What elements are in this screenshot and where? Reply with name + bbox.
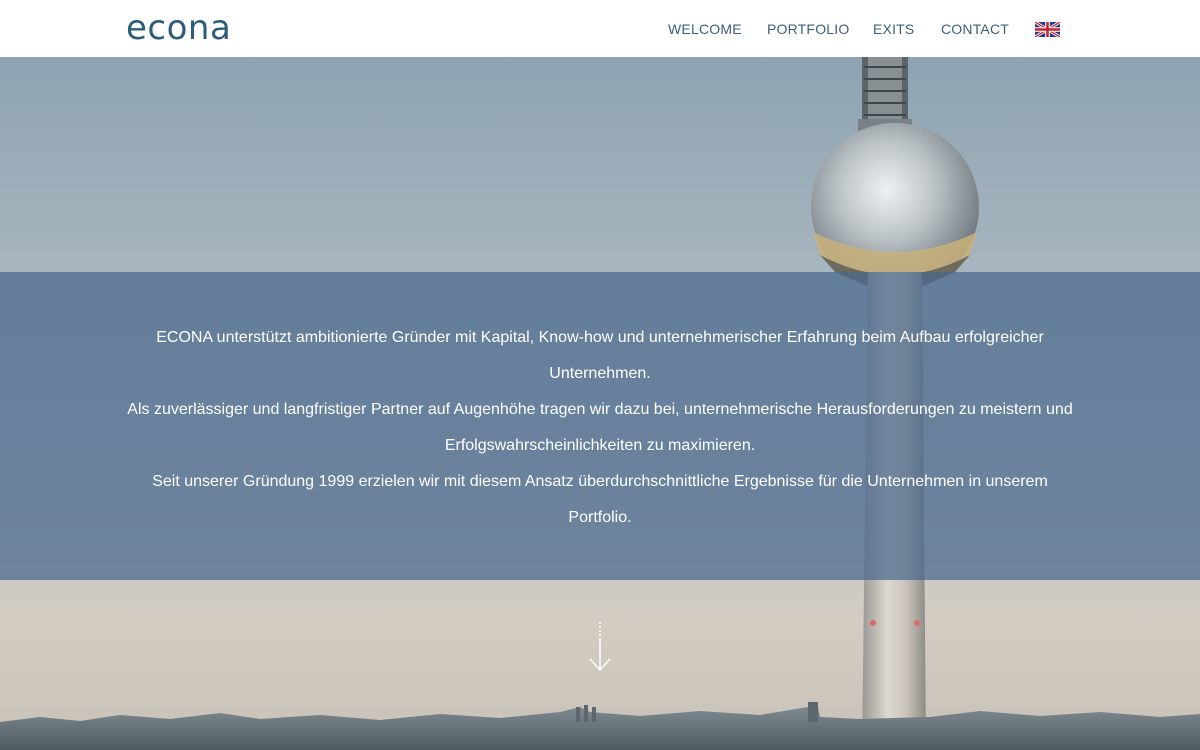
nav-exits[interactable]: EXITS xyxy=(873,20,914,38)
uk-flag-icon[interactable] xyxy=(1035,22,1060,37)
intro-overlay: ECONA unterstützt ambitionierte Gründer … xyxy=(0,272,1200,580)
intro-paragraph-2: Als zuverlässiger und langfristiger Part… xyxy=(127,401,1073,454)
page: econa WELCOME PORTFOLIO EXITS CONTACT EC… xyxy=(0,0,1200,750)
main-navigation: WELCOME PORTFOLIO EXITS CONTACT xyxy=(0,20,1200,40)
nav-portfolio[interactable]: PORTFOLIO xyxy=(767,20,849,38)
site-header: econa WELCOME PORTFOLIO EXITS CONTACT xyxy=(0,0,1200,57)
intro-paragraph-1: ECONA unterstützt ambitionierte Gründer … xyxy=(156,329,1044,382)
intro-paragraph-3: Seit unserer Gründung 1999 erzielen wir … xyxy=(152,473,1048,526)
nav-contact[interactable]: CONTACT xyxy=(941,20,1009,38)
arrow-down-icon[interactable] xyxy=(588,620,612,674)
nav-welcome[interactable]: WELCOME xyxy=(668,20,742,38)
intro-text: ECONA unterstützt ambitionierte Gründer … xyxy=(120,320,1080,536)
